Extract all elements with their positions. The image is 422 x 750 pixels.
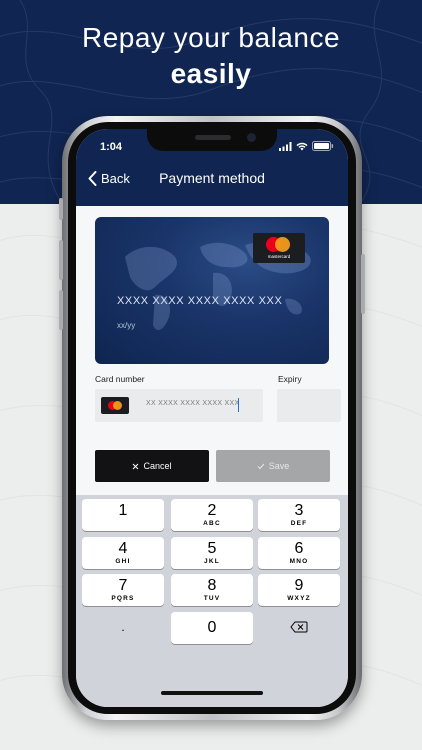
key-4[interactable]: 4 GHI bbox=[82, 537, 164, 569]
key-delete[interactable] bbox=[258, 612, 340, 644]
check-icon bbox=[257, 463, 265, 469]
volume-down-button bbox=[59, 290, 63, 330]
numeric-keypad: 1 2 ABC 3 DEF 4 GHI 5 JKL 6 MNO 7 PQRS 8 TUV 9W… bbox=[76, 495, 348, 707]
save-label: Save bbox=[268, 461, 290, 471]
status-icons bbox=[279, 141, 334, 151]
text-cursor bbox=[238, 398, 239, 412]
mute-switch bbox=[59, 198, 63, 220]
expiry-field[interactable] bbox=[277, 389, 341, 422]
cancel-label: Cancel bbox=[143, 461, 172, 471]
card-preview-expiry: xx/yy bbox=[117, 321, 136, 330]
promo-title-line1: Repay your balance bbox=[81, 22, 341, 53]
card-number-label: Card number bbox=[95, 374, 145, 384]
save-button[interactable]: Save bbox=[216, 450, 330, 482]
page-title: Payment method bbox=[159, 170, 265, 186]
key-6[interactable]: 6 MNO bbox=[258, 537, 340, 569]
expiry-label: Expiry bbox=[278, 374, 302, 384]
mastercard-wordmark: mastercard bbox=[267, 254, 291, 259]
key-0[interactable]: 0 bbox=[171, 612, 253, 644]
card-preview-number: XXXX XXXX XXXX XXXX XXX bbox=[117, 295, 283, 307]
card-number-field[interactable]: XX XXXX XXXX XXXX XXX bbox=[95, 389, 263, 422]
promo-headline: Repay your balance easily bbox=[0, 20, 422, 92]
notch bbox=[147, 129, 277, 151]
home-indicator bbox=[161, 691, 263, 695]
close-icon bbox=[133, 463, 139, 469]
key-9[interactable]: 9 WXYZ bbox=[258, 574, 340, 606]
card-number-placeholder: XX XXXX XXXX XXXX XXX bbox=[146, 400, 240, 407]
backspace-icon bbox=[290, 621, 308, 633]
card-preview: mastercard XXXX XXXX XXXX XXXX XXX xx/yy bbox=[95, 217, 329, 364]
cancel-button[interactable]: Cancel bbox=[95, 450, 209, 482]
key-7[interactable]: 7 PQRS bbox=[82, 574, 164, 606]
battery-icon bbox=[312, 141, 334, 151]
signal-icon bbox=[279, 141, 292, 151]
key-2[interactable]: 2 ABC bbox=[171, 499, 253, 531]
wifi-icon bbox=[296, 142, 308, 150]
key-decimal[interactable]: . bbox=[82, 612, 164, 644]
mastercard-icon bbox=[101, 397, 129, 414]
key-3[interactable]: 3 DEF bbox=[258, 499, 340, 531]
phone-frame: 1:04 Back Payment method mastercard XXXX… bbox=[59, 116, 365, 720]
key-5[interactable]: 5 JKL bbox=[171, 537, 253, 569]
speaker-grille bbox=[195, 135, 231, 140]
key-1[interactable]: 1 bbox=[82, 499, 164, 531]
status-time: 1:04 bbox=[100, 141, 123, 153]
phone-screen: 1:04 Back Payment method mastercard XXXX… bbox=[76, 129, 348, 707]
promo-title-line2: easily bbox=[170, 58, 252, 89]
mastercard-logo: mastercard bbox=[253, 233, 305, 263]
volume-up-button bbox=[59, 240, 63, 280]
side-button bbox=[361, 254, 365, 314]
key-8[interactable]: 8 TUV bbox=[171, 574, 253, 606]
front-camera bbox=[247, 133, 256, 142]
